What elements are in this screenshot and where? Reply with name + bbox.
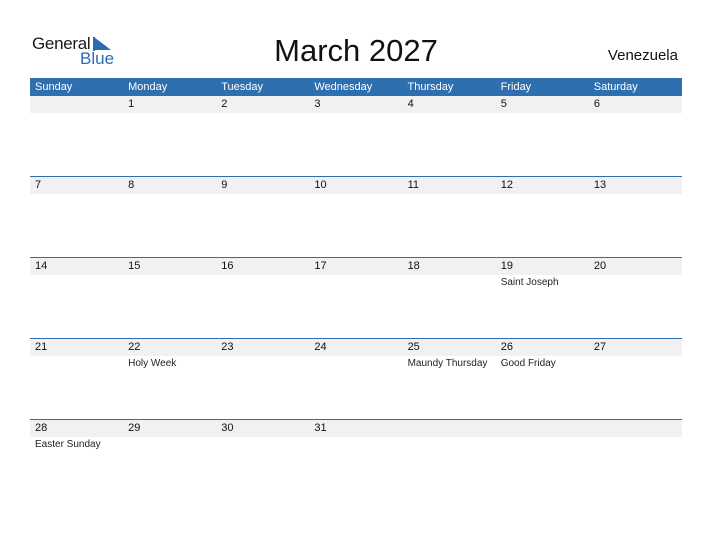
day-cell: 29 bbox=[123, 420, 216, 501]
day-number: 22 bbox=[128, 341, 141, 353]
day-cell: 4 bbox=[403, 96, 496, 177]
week-row: 7 8 9 10 11 12 13 bbox=[30, 176, 682, 258]
holiday-label: Maundy Thursday bbox=[407, 358, 488, 369]
weekday-friday: Friday bbox=[500, 81, 532, 93]
day-cell: 6 bbox=[589, 96, 682, 177]
day-cell: 2 bbox=[216, 96, 309, 177]
week-row: 21 22 Holy Week 23 24 25 Maundy Thursday 26 Good… bbox=[30, 338, 682, 420]
day-number: 7 bbox=[35, 179, 42, 191]
day-number: 23 bbox=[221, 341, 234, 353]
weekday-wednesday: Wednesday bbox=[314, 81, 373, 93]
day-cell bbox=[30, 96, 123, 177]
calendar-title: March 2027 bbox=[274, 33, 438, 68]
day-cell: 10 bbox=[309, 177, 402, 258]
day-number: 19 bbox=[500, 260, 513, 272]
day-cell: 9 bbox=[216, 177, 309, 258]
day-number: 17 bbox=[314, 260, 327, 272]
day-cell: 24 bbox=[309, 339, 402, 420]
holiday-label: Easter Sunday bbox=[35, 439, 101, 450]
day-number: 16 bbox=[221, 260, 234, 272]
day-cell: 25 Maundy Thursday bbox=[403, 339, 496, 420]
holiday-label: Holy Week bbox=[128, 358, 177, 369]
day-cell: 26 Good Friday bbox=[496, 339, 589, 420]
day-number: 30 bbox=[221, 422, 234, 434]
day-cell: 23 bbox=[216, 339, 309, 420]
day-number: 15 bbox=[128, 260, 141, 272]
weekday-header: Sunday Monday Tuesday Wednesday Thursday… bbox=[30, 78, 682, 96]
holiday-label: Good Friday bbox=[500, 358, 556, 369]
day-cell: 22 Holy Week bbox=[123, 339, 216, 420]
day-cell: 8 bbox=[123, 177, 216, 258]
day-cell bbox=[496, 420, 589, 501]
day-cell: 28 Easter Sunday bbox=[30, 420, 123, 501]
day-number: 18 bbox=[407, 260, 420, 272]
day-cell: 15 bbox=[123, 258, 216, 339]
weekday-saturday: Saturday bbox=[593, 81, 638, 93]
day-cell: 18 bbox=[403, 258, 496, 339]
day-number: 24 bbox=[314, 341, 327, 353]
weekday-sunday: Sunday bbox=[35, 81, 73, 93]
day-cell: 14 bbox=[30, 258, 123, 339]
day-number: 11 bbox=[407, 179, 419, 191]
day-cell: 20 bbox=[589, 258, 682, 339]
day-number: 21 bbox=[35, 341, 48, 353]
day-number: 14 bbox=[35, 260, 48, 272]
day-number: 8 bbox=[128, 179, 135, 191]
day-cell: 19 Saint Joseph bbox=[496, 258, 589, 339]
day-cell: 27 bbox=[589, 339, 682, 420]
day-number: 31 bbox=[314, 422, 327, 434]
day-cell bbox=[403, 420, 496, 501]
day-number: 27 bbox=[593, 341, 607, 353]
day-number: 26 bbox=[500, 341, 513, 353]
day-number: 28 bbox=[35, 422, 48, 434]
day-number: 20 bbox=[593, 260, 607, 272]
day-cell: 11 bbox=[403, 177, 496, 258]
day-number: 12 bbox=[500, 179, 513, 191]
day-cell: 21 bbox=[30, 339, 123, 420]
day-cell: 31 bbox=[309, 420, 402, 501]
country-label: Venezuela bbox=[607, 47, 678, 64]
day-number: 29 bbox=[128, 422, 141, 434]
day-number: 10 bbox=[314, 179, 327, 191]
day-number: 25 bbox=[407, 341, 420, 353]
day-cell: 30 bbox=[216, 420, 309, 501]
day-number: 13 bbox=[593, 179, 607, 191]
day-number: 4 bbox=[407, 98, 414, 110]
day-cell bbox=[589, 420, 682, 501]
holiday-label: Saint Joseph bbox=[500, 277, 559, 288]
day-number: 6 bbox=[593, 98, 600, 110]
day-number: 5 bbox=[500, 98, 507, 110]
day-cell: 7 bbox=[30, 177, 123, 258]
day-cell: 12 bbox=[496, 177, 589, 258]
week-row: 14 15 16 17 18 19 Saint Joseph 20 bbox=[30, 257, 682, 339]
day-cell: 5 bbox=[496, 96, 589, 177]
week-row: 28 Easter Sunday 29 30 31 bbox=[30, 419, 682, 501]
day-cell: 16 bbox=[216, 258, 309, 339]
weekday-tuesday: Tuesday bbox=[221, 81, 264, 93]
day-cell: 3 bbox=[309, 96, 402, 177]
day-cell: 1 bbox=[123, 96, 216, 177]
week-row: 1 2 3 4 5 6 bbox=[30, 96, 682, 177]
day-cell: 13 bbox=[589, 177, 682, 258]
day-number: 1 bbox=[128, 98, 135, 110]
day-number: 2 bbox=[221, 98, 228, 110]
day-number: 3 bbox=[314, 98, 321, 110]
weekday-thursday: Thursday bbox=[407, 81, 454, 93]
day-number: 9 bbox=[221, 179, 228, 191]
weekday-monday: Monday bbox=[128, 81, 168, 93]
day-cell: 17 bbox=[309, 258, 402, 339]
